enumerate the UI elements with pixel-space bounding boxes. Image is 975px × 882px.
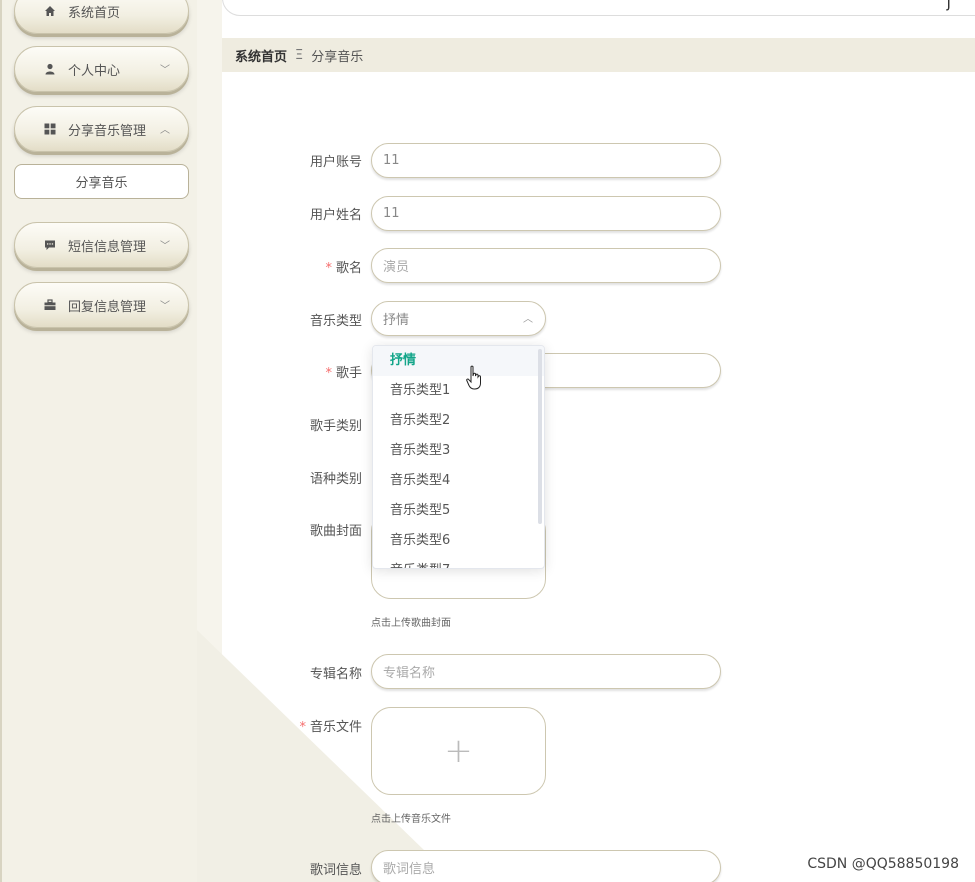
sidebar: 系统首页 个人中心 ﹀ 分享音乐管理 ︿ 分享音乐 短信信息管理 ﹀ 回复信息管…: [0, 0, 197, 882]
sidebar-item-personal-center[interactable]: 个人中心 ﹀: [14, 46, 189, 92]
dropdown-option[interactable]: 音乐类型4: [373, 466, 544, 496]
dropdown-option[interactable]: 音乐类型7: [373, 556, 544, 568]
music-file-upload[interactable]: +: [371, 707, 546, 795]
breadcrumb-separator-icon: Ξ: [295, 47, 304, 63]
breadcrumb-home[interactable]: 系统首页: [235, 46, 287, 65]
dropdown-option[interactable]: 音乐类型2: [373, 406, 544, 436]
sidebar-item-label: 分享音乐管理: [68, 123, 147, 139]
singer-type-label: 歌手类别: [309, 419, 362, 434]
music-type-label: 音乐类型: [309, 314, 362, 329]
music-file-label: * 音乐文件: [299, 720, 362, 735]
dropdown-option[interactable]: 音乐类型5: [373, 496, 544, 526]
sidebar-item-label: 短信信息管理: [68, 239, 147, 255]
lyrics-label: 歌词信息: [309, 863, 362, 878]
top-bar-decoration: ȷ: [946, 0, 951, 11]
music-type-value: 抒情: [383, 313, 410, 328]
name-label: 用户姓名: [309, 208, 362, 223]
album-input[interactable]: 专辑名称: [371, 654, 721, 689]
required-mark: *: [299, 720, 306, 735]
lyrics-input[interactable]: 歌词信息: [371, 850, 721, 882]
sidebar-item-label: 回复信息管理: [68, 299, 147, 315]
dropdown-option[interactable]: 音乐类型6: [373, 526, 544, 556]
chevron-down-icon: ﹀: [160, 65, 170, 76]
account-label: 用户账号: [309, 155, 362, 170]
sidebar-item-label: 个人中心: [68, 63, 121, 79]
dropdown-option[interactable]: 音乐类型3: [373, 436, 544, 466]
home-icon: [43, 4, 57, 18]
cover-hint: 点击上传歌曲封面: [371, 618, 451, 629]
sidebar-item-label: 系统首页: [68, 5, 121, 21]
music-file-hint: 点击上传音乐文件: [371, 814, 451, 825]
dropdown-option[interactable]: 抒情: [373, 346, 544, 376]
sidebar-item-share-music-management[interactable]: 分享音乐管理 ︿: [14, 106, 189, 152]
message-icon: [43, 238, 57, 252]
album-label: 专辑名称: [309, 667, 362, 682]
plus-icon: +: [444, 731, 473, 771]
required-mark: *: [325, 261, 332, 276]
chevron-up-icon: ︿: [523, 314, 533, 325]
user-icon: [43, 62, 57, 76]
briefcase-icon: [43, 298, 57, 312]
dropdown-scrollbar[interactable]: [538, 349, 542, 524]
breadcrumb: 系统首页 Ξ 分享音乐: [222, 38, 975, 72]
sidebar-item-sms-management[interactable]: 短信信息管理 ﹀: [14, 222, 189, 268]
chevron-up-icon: ︿: [160, 125, 170, 136]
chevron-down-icon: ﹀: [160, 241, 170, 252]
language-type-label: 语种类别: [309, 472, 362, 487]
song-label: * 歌名: [325, 261, 362, 276]
hand-cursor-icon: [466, 365, 484, 395]
top-bar: ȷ: [222, 0, 975, 16]
breadcrumb-current: 分享音乐: [311, 49, 364, 65]
sidebar-item-reply-management[interactable]: 回复信息管理 ﹀: [14, 282, 189, 328]
sidebar-item-home[interactable]: 系统首页: [14, 0, 189, 34]
music-type-select[interactable]: 抒情 ︿: [371, 301, 546, 336]
singer-label: * 歌手: [325, 366, 362, 381]
account-input[interactable]: 11: [371, 143, 721, 178]
dropdown-option[interactable]: 音乐类型1: [373, 376, 544, 406]
watermark: CSDN @QQ58850198: [807, 856, 959, 872]
required-mark: *: [325, 366, 332, 381]
cover-label: 歌曲封面: [309, 524, 362, 539]
music-type-dropdown: 抒情 音乐类型1 音乐类型2 音乐类型3 音乐类型4 音乐类型5 音乐类型6 音…: [372, 345, 545, 569]
name-input[interactable]: 11: [371, 196, 721, 231]
sidebar-subitem-share-music[interactable]: 分享音乐: [14, 164, 189, 199]
grid-icon: [43, 122, 57, 136]
song-input[interactable]: 演员: [371, 248, 721, 283]
chevron-down-icon: ﹀: [160, 301, 170, 312]
